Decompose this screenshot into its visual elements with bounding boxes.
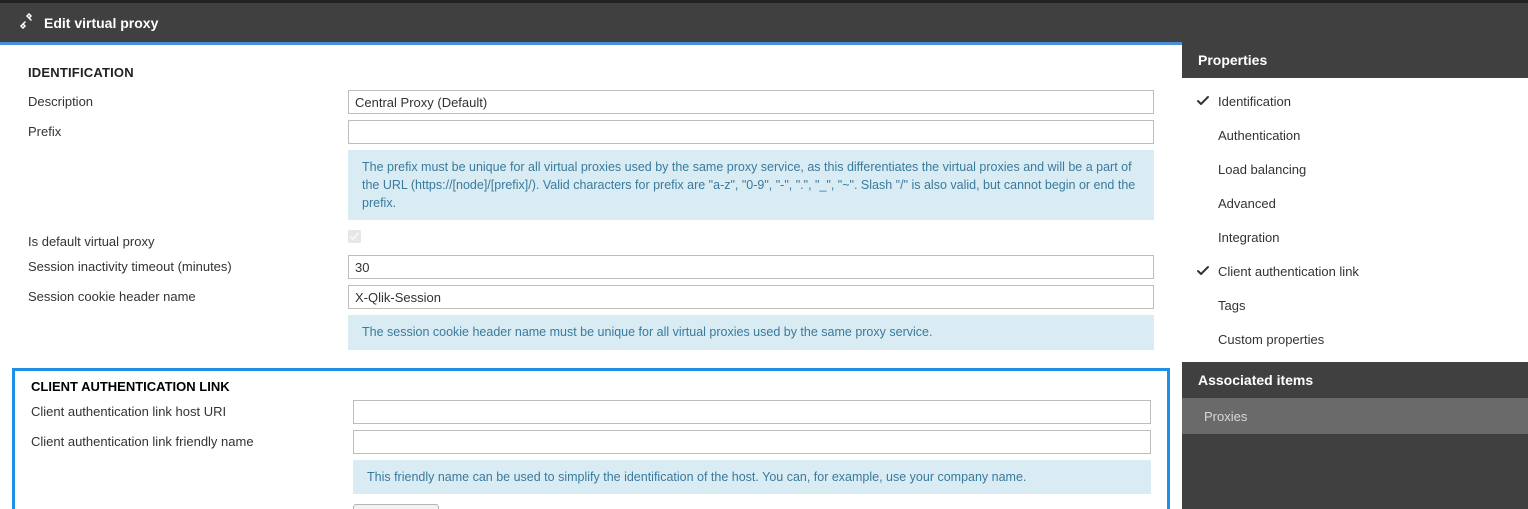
generate-label: Generate client authentication link <box>31 504 353 509</box>
row-session-timeout: Session inactivity timeout (minutes) <box>28 255 1154 279</box>
description-label: Description <box>28 90 348 109</box>
row-description: Description <box>28 90 1154 114</box>
row-prefix: Prefix <box>28 120 1154 144</box>
session-timeout-input[interactable] <box>348 255 1154 279</box>
body-row: IDENTIFICATION Description Prefix The pr… <box>0 42 1528 509</box>
identification-section: IDENTIFICATION Description Prefix The pr… <box>0 65 1182 350</box>
wrench-icon <box>18 13 34 32</box>
friendly-name-help: This friendly name can be used to simpli… <box>353 460 1151 494</box>
client-auth-section: CLIENT AUTHENTICATION LINK Client authen… <box>12 368 1170 509</box>
row-host-uri: Client authentication link host URI <box>31 400 1151 424</box>
row-cookie-header: Session cookie header name <box>28 285 1154 309</box>
side-fill <box>1182 434 1528 494</box>
page-title: Edit virtual proxy <box>44 15 158 31</box>
prop-label: Advanced <box>1218 196 1276 211</box>
prop-item-load-balancing[interactable]: Load balancing <box>1182 152 1528 186</box>
prop-item-advanced[interactable]: Advanced <box>1182 186 1528 220</box>
prop-label: Tags <box>1218 298 1245 313</box>
prop-item-client-auth-link[interactable]: Client authentication link <box>1182 254 1528 288</box>
identification-heading: IDENTIFICATION <box>28 65 1154 80</box>
prop-label: Integration <box>1218 230 1279 245</box>
client-auth-heading: CLIENT AUTHENTICATION LINK <box>31 379 1151 394</box>
associated-label: Proxies <box>1204 409 1247 424</box>
session-timeout-label: Session inactivity timeout (minutes) <box>28 255 348 274</box>
prop-item-tags[interactable]: Tags <box>1182 288 1528 322</box>
prop-item-identification[interactable]: Identification <box>1182 84 1528 118</box>
prop-label: Load balancing <box>1218 162 1306 177</box>
generate-button[interactable]: Generate <box>353 504 439 509</box>
check-icon <box>1196 264 1218 278</box>
prop-item-custom-properties[interactable]: Custom properties <box>1182 322 1528 356</box>
row-friendly-name: Client authentication link friendly name <box>31 430 1151 454</box>
is-default-checkbox <box>348 230 361 243</box>
properties-heading: Properties <box>1182 42 1528 78</box>
prop-label: Identification <box>1218 94 1291 109</box>
row-cookie-help: The session cookie header name must be u… <box>28 315 1154 349</box>
cookie-header-input[interactable] <box>348 285 1154 309</box>
friendly-name-label: Client authentication link friendly name <box>31 430 353 449</box>
description-input[interactable] <box>348 90 1154 114</box>
prefix-help: The prefix must be unique for all virtua… <box>348 150 1154 220</box>
app-frame: Edit virtual proxy IDENTIFICATION Descri… <box>0 0 1528 509</box>
host-uri-label: Client authentication link host URI <box>31 400 353 419</box>
main-pane: IDENTIFICATION Description Prefix The pr… <box>0 42 1182 509</box>
prop-item-integration[interactable]: Integration <box>1182 220 1528 254</box>
is-default-label: Is default virtual proxy <box>28 230 348 249</box>
friendly-name-input[interactable] <box>353 430 1151 454</box>
associated-heading: Associated items <box>1182 362 1528 398</box>
row-generate: Generate client authentication link Gene… <box>31 504 1151 509</box>
prop-label: Client authentication link <box>1218 264 1359 279</box>
row-friendly-help: This friendly name can be used to simpli… <box>31 460 1151 494</box>
side-pane: Properties Identification Authentication… <box>1182 42 1528 509</box>
cookie-header-help: The session cookie header name must be u… <box>348 315 1154 349</box>
prefix-label: Prefix <box>28 120 348 139</box>
associated-item-proxies[interactable]: Proxies <box>1182 398 1528 434</box>
prop-label: Authentication <box>1218 128 1300 143</box>
prop-label: Custom properties <box>1218 332 1324 347</box>
cookie-header-label: Session cookie header name <box>28 285 348 304</box>
row-is-default: Is default virtual proxy <box>28 230 1154 249</box>
row-prefix-help: The prefix must be unique for all virtua… <box>28 150 1154 220</box>
prefix-input[interactable] <box>348 120 1154 144</box>
prop-item-authentication[interactable]: Authentication <box>1182 118 1528 152</box>
check-icon <box>1196 94 1218 108</box>
titlebar: Edit virtual proxy <box>0 0 1528 42</box>
host-uri-input[interactable] <box>353 400 1151 424</box>
properties-list: Identification Authentication Load balan… <box>1182 78 1528 362</box>
